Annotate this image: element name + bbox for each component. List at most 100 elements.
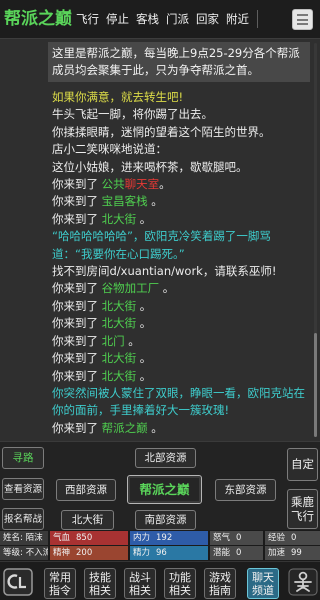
rage-cell: 怒气 0	[210, 531, 263, 545]
game-guide-button[interactable]: 游戏指南	[204, 568, 236, 599]
place-name: 北大街	[101, 211, 137, 226]
log-text: “哈哈哈哈哈哈”，欧阳克冷笑着踢了一脚骂道：“我要你在心口踢死。”	[52, 229, 271, 261]
skills-button[interactable]: 技能相关	[84, 568, 116, 599]
energy-bar: 精力 96	[130, 546, 208, 560]
log-line: 你来到了 北大街 。	[52, 350, 310, 367]
log-text: 找不到房间d/xuantian/work，请联系巫师!	[52, 264, 277, 279]
skills-label: 技能相关	[89, 570, 111, 597]
deer-fly-button[interactable]: 乘鹿飞行	[287, 489, 318, 529]
common-commands-button[interactable]: 常用指令	[44, 568, 76, 599]
tab-home[interactable]: 回家	[196, 11, 226, 27]
log-scrollbar[interactable]	[314, 43, 317, 437]
combat-label: 战斗相关	[129, 570, 151, 597]
hp-bar: 气血 850	[50, 531, 128, 545]
log-text: 。	[124, 333, 140, 348]
tab-fly[interactable]: 飞行	[76, 11, 106, 27]
place-name: 北大街	[101, 351, 137, 366]
quick-action-tabs: 飞行 停止 客栈 门派 回家 附近	[76, 11, 256, 27]
functions-label: 功能相关	[169, 570, 191, 597]
top-bar: 帮派之巅 飞行 停止 客栈 门派 回家 附近	[0, 0, 320, 39]
log-line: 你来到了 北大街 。	[52, 211, 310, 228]
log-text: 。	[136, 298, 152, 313]
place-name-highlight: 聊天室	[124, 177, 160, 192]
log-text: 。	[147, 420, 163, 435]
game-screen: 帮派之巅 飞行 停止 客栈 门派 回家 附近 这里是帮派之巅，每当晚上9点25-…	[0, 0, 320, 600]
log-text: 。	[159, 281, 175, 296]
log-line: 你来到了 帮派之巅 。	[52, 420, 310, 437]
rage-label: 怒气	[213, 533, 231, 543]
log-line: 你来到了 北门 。	[52, 333, 310, 350]
exit-south-button[interactable]: 南部资源	[135, 510, 196, 530]
speed-cell: 加速 99	[265, 546, 320, 560]
exp-cell: 经验 0	[265, 531, 320, 545]
place-name: 北大街	[101, 368, 137, 383]
place-name: 公共	[101, 177, 125, 192]
log-line: 你来到了 谷物加工厂 。	[52, 280, 310, 297]
log-text: 。	[136, 351, 152, 366]
energy-value: 96	[156, 548, 167, 558]
tab-inn[interactable]: 客栈	[136, 11, 166, 27]
log-line: 这位小姑娘，进来喝杯茶，歇歇腿吧。	[52, 159, 310, 176]
view-resources-button[interactable]: 查看资源	[2, 478, 44, 500]
place-name: 宝昌客栈	[101, 194, 148, 209]
exit-southwest-button[interactable]: 北大街	[61, 510, 114, 530]
character-name: 陌沫	[25, 533, 43, 543]
speed-label: 加速	[268, 548, 286, 558]
log-line: 你来到了 公共聊天室。	[52, 176, 310, 193]
character-level: 不入流	[25, 548, 48, 558]
message-log: 如果你满意，就去转生吧! 牛头飞起一脚，将你踢了出去。 你揉揉眼睛，迷惘的望着这…	[52, 89, 310, 437]
command-input-icon[interactable]	[2, 566, 34, 598]
tab-nearby[interactable]: 附近	[226, 11, 256, 27]
menu-icon[interactable]	[292, 9, 313, 30]
map-navigation: 寻路 查看资源 报名帮战 北部资源 西部资源 帮派之巅 东部资源 北大街 南部资…	[0, 441, 320, 530]
log-text: 。	[136, 211, 152, 226]
custom-button[interactable]: 自定	[287, 448, 318, 481]
log-text: 。	[147, 194, 163, 209]
combat-button[interactable]: 战斗相关	[124, 568, 156, 599]
log-line: 店小二笑咪咪地说道：	[52, 141, 310, 158]
energy-label: 精力	[133, 548, 151, 558]
join-gang-war-button[interactable]: 报名帮战	[2, 508, 44, 530]
chat-channel-label: 聊天频道	[252, 570, 274, 597]
character-stats: 姓名: 陌沫 气血 850 内力 192 怒气 0 经验 0 等级: 不入流 精神 200…	[0, 530, 320, 561]
deer-fly-label: 乘鹿飞行	[291, 495, 314, 523]
exp-label: 经验	[268, 533, 286, 543]
speed-value: 99	[291, 548, 302, 558]
log-scrollbar-thumb[interactable]	[314, 333, 317, 437]
hp-label: 气血	[53, 533, 71, 543]
log-text: 。	[136, 316, 152, 331]
exit-west-button[interactable]: 西部资源	[56, 479, 116, 501]
pathfind-button[interactable]: 寻路	[2, 447, 44, 469]
character-icon[interactable]	[287, 566, 319, 598]
chat-channel-button[interactable]: 聊天频道	[247, 568, 279, 599]
log-text: 你来到了	[52, 316, 102, 331]
tab-sect[interactable]: 门派	[166, 11, 196, 27]
mp-label: 内力	[133, 533, 151, 543]
exit-east-button[interactable]: 东部资源	[215, 479, 276, 501]
log-text: 你来到了	[52, 298, 102, 313]
game-guide-label: 游戏指南	[209, 570, 231, 597]
place-name: 北大街	[101, 298, 137, 313]
spirit-bar: 精神 200	[50, 546, 128, 560]
place-name: 帮派之巅	[101, 420, 148, 435]
place-name: 谷物加工厂	[101, 281, 160, 296]
name-label: 姓名:	[3, 533, 23, 543]
log-text: 你来到了	[52, 211, 102, 226]
place-name: 北大街	[101, 316, 137, 331]
exit-north-button[interactable]: 北部资源	[135, 448, 196, 468]
log-text: 你揉揉眼睛，迷惘的望着这个陌生的世界。	[52, 124, 271, 139]
log-line: 找不到房间d/xuantian/work，请联系巫师!	[52, 263, 310, 280]
name-cell: 姓名: 陌沫	[0, 531, 48, 545]
common-commands-label: 常用指令	[49, 570, 71, 597]
log-text: 牛头飞起一脚，将你踢了出去。	[52, 107, 213, 122]
mp-value: 192	[156, 533, 173, 543]
log-text: 你来到了	[52, 281, 102, 296]
log-line: “哈哈哈哈哈哈”，欧阳克冷笑着踢了一脚骂道：“我要你在心口踢死。”	[52, 228, 310, 263]
potential-cell: 潜能 0	[210, 546, 263, 560]
spirit-value: 200	[76, 548, 93, 558]
log-text: 你突然间被人蒙住了双眼，睁眼一看，欧阳克站在你的面前，手里捧着好大一簇玫瑰!	[52, 385, 305, 418]
current-room-button[interactable]: 帮派之巅	[127, 475, 202, 504]
log-line: 你来到了 北大街 。	[52, 368, 310, 385]
tab-stop[interactable]: 停止	[106, 11, 136, 27]
functions-button[interactable]: 功能相关	[164, 568, 196, 599]
